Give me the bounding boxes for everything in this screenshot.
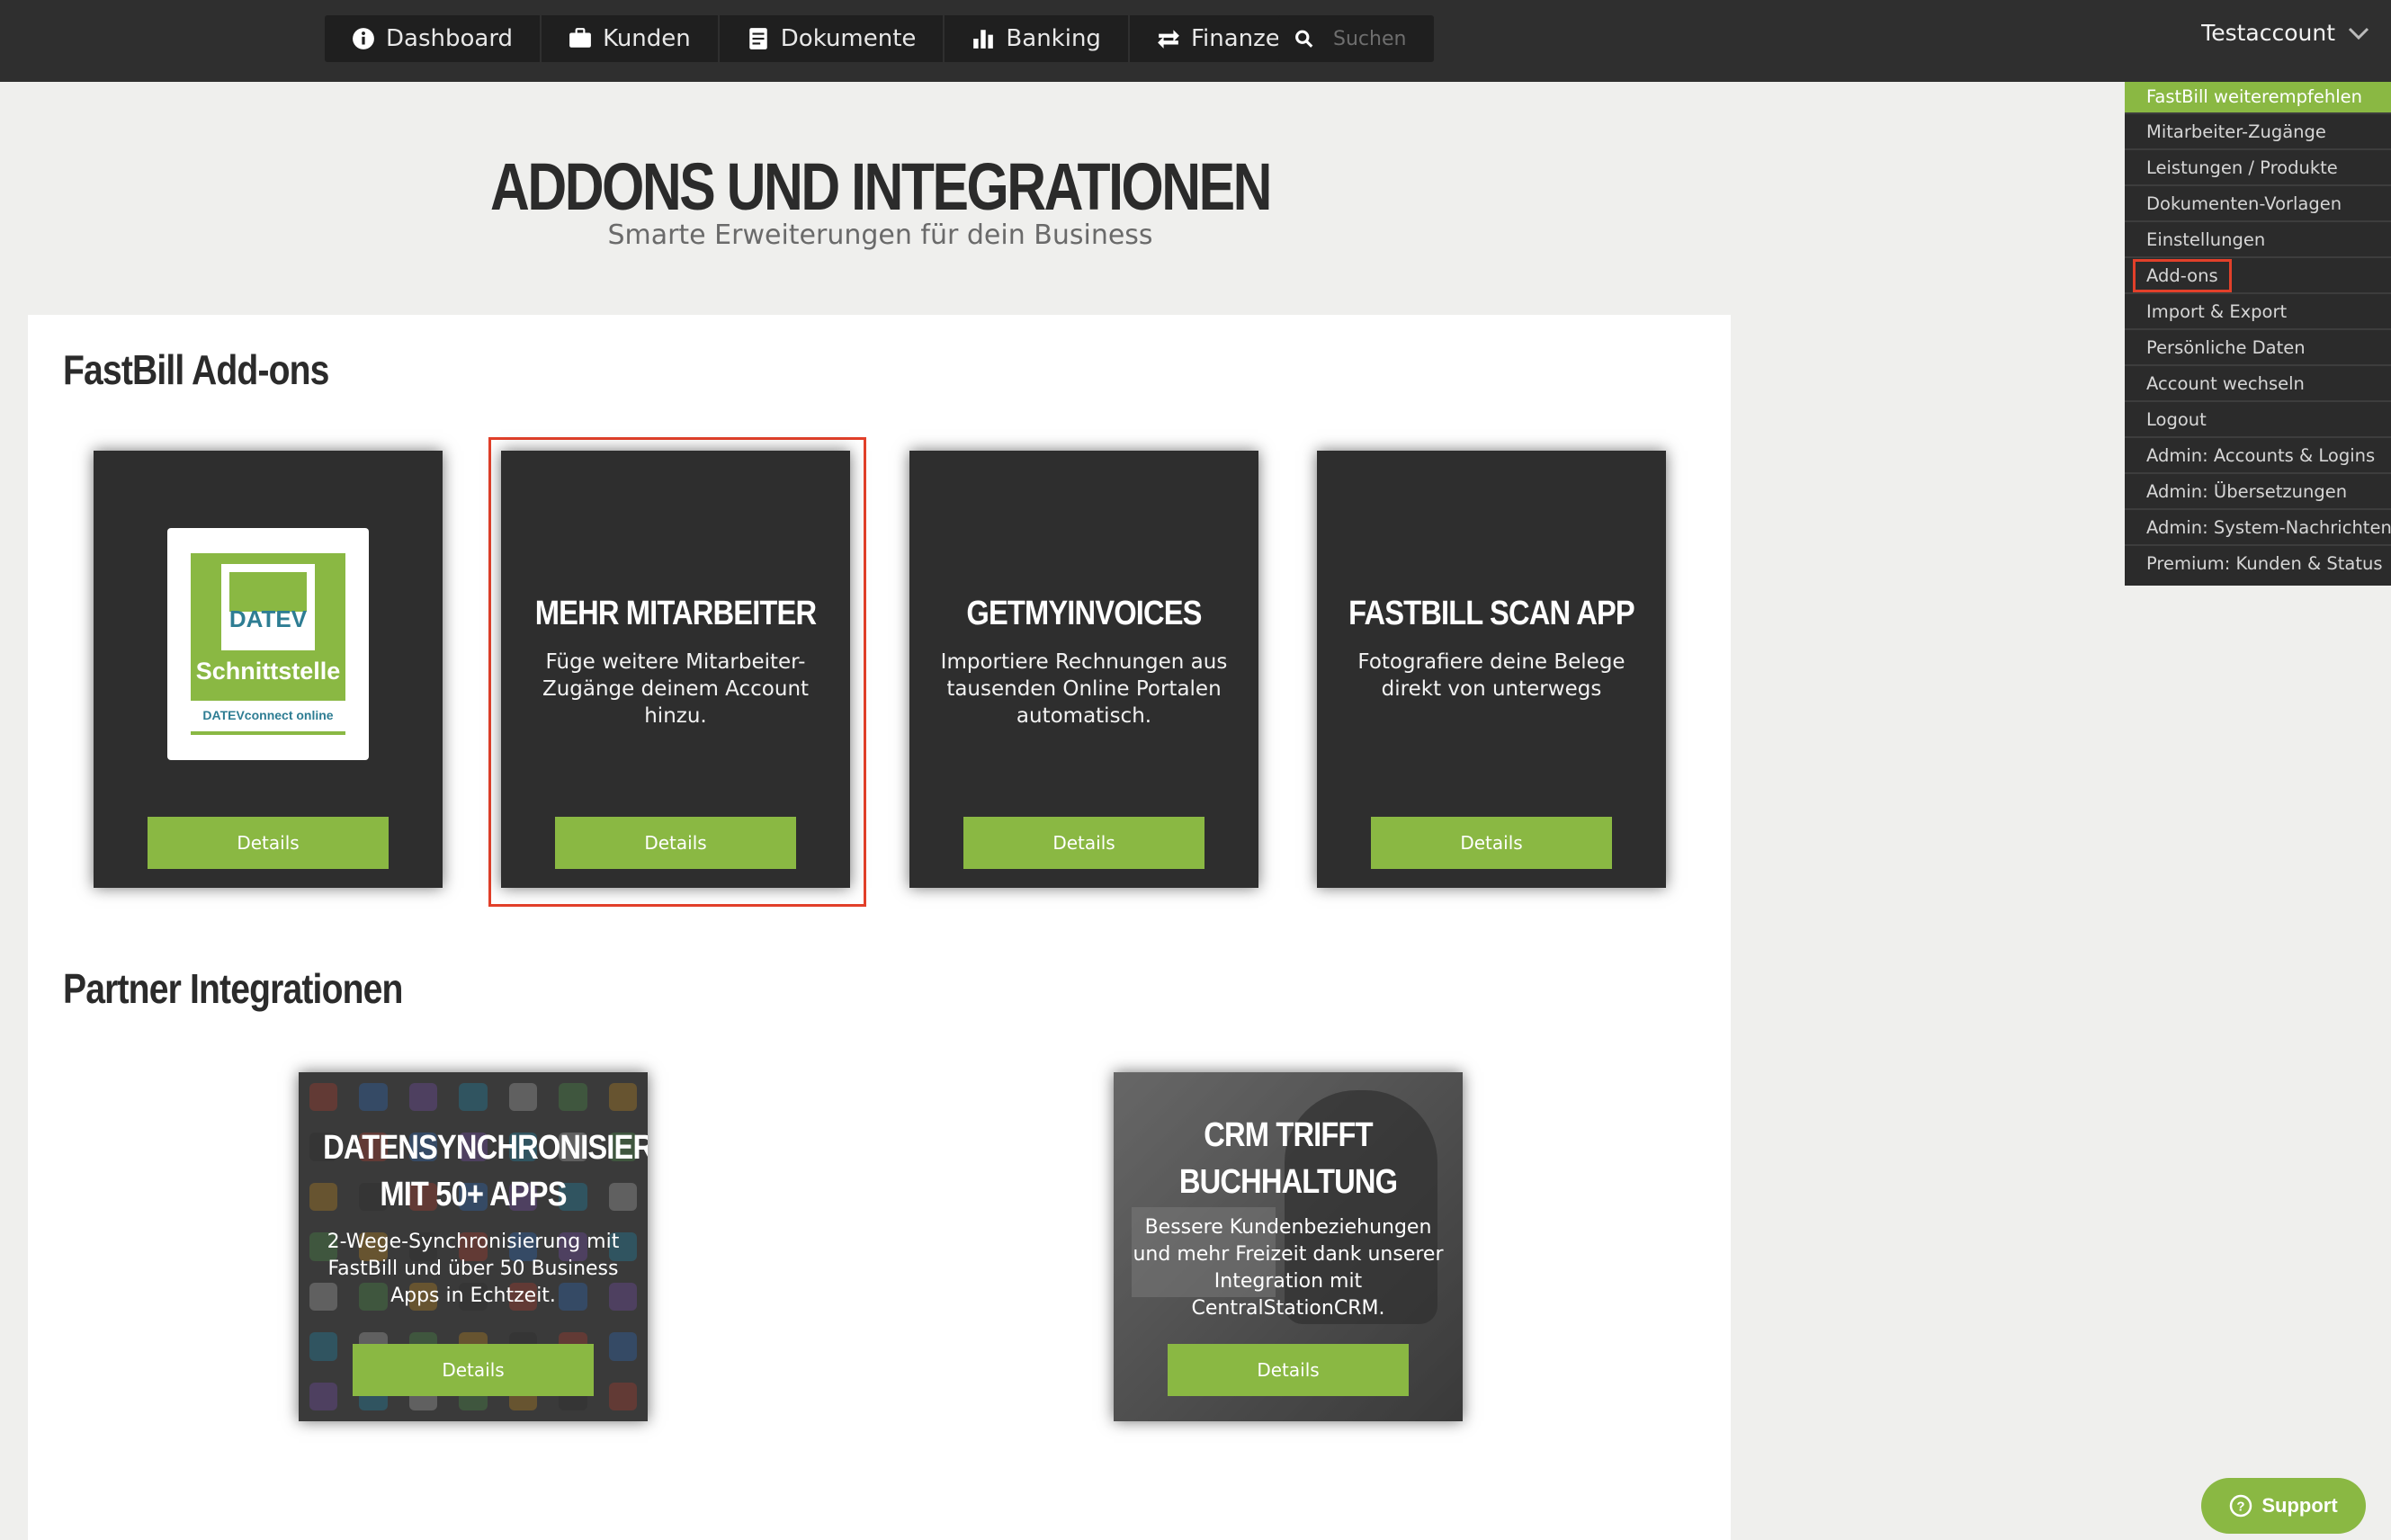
support-label: Support (2261, 1494, 2338, 1517)
nav-kunden[interactable]: Kunden (542, 15, 720, 62)
chevron-down-icon (2348, 27, 2369, 40)
nav-dashboard[interactable]: Dashboard (325, 15, 542, 62)
menu-item-premium-kunden[interactable]: Premium: Kunden & Status (2125, 544, 2391, 580)
nav-dokumente-label: Dokumente (780, 25, 917, 52)
menu-item-label: Persönliche Daten (2146, 337, 2306, 358)
menu-item-admin-system-nachrichten[interactable]: Admin: System-Nachrichten (2125, 508, 2391, 544)
menu-item-persoenliche-daten[interactable]: Persönliche Daten (2125, 328, 2391, 364)
menu-item-label: Einstellungen (2146, 229, 2266, 250)
menu-item-mitarbeiter-zugaenge[interactable]: Mitarbeiter-Zugänge (2125, 112, 2391, 148)
card-title: MEHR MITARBEITER (534, 595, 817, 632)
partner-card-crm: CRM TRIFFT BUCHHALTUNG Bessere Kundenbez… (1114, 1072, 1463, 1421)
menu-item-label: Leistungen / Produkte (2146, 157, 2338, 178)
content-panel: FastBill Add-ons DATEV Schnittstelle DAT… (28, 315, 1731, 1540)
menu-item-label: Logout (2146, 409, 2207, 430)
account-dropdown-menu: FastBill weiterempfehlen Mitarbeiter-Zug… (2125, 82, 2391, 586)
addon-card-getmyinvoices: GETMYINVOICES Importiere Rechnungen aus … (909, 451, 1258, 888)
datev-logo-label: Schnittstelle (195, 658, 341, 685)
svg-text:?: ? (2237, 1500, 2245, 1515)
crm-details-button[interactable]: Details (1168, 1344, 1409, 1396)
partner-card-title-line1: DATENSYNCHRONISIERUNG (323, 1129, 648, 1167)
getmyinvoices-details-button[interactable]: Details (963, 817, 1204, 869)
nav-kunden-label: Kunden (603, 25, 691, 52)
search-input[interactable] (1331, 26, 1434, 51)
addon-card-mehr-mitarbeiter: MEHR MITARBEITER Füge weitere Mitarbeite… (501, 451, 850, 888)
partners-section-title: Partner Integrationen (63, 965, 403, 1012)
support-button[interactable]: ? Support (2201, 1478, 2366, 1534)
addon-card-datev: DATEV Schnittstelle DATEVconnect online … (94, 451, 443, 888)
partner-card-description: 2-Wege-Synchronisierung mit FastBill und… (327, 1231, 620, 1307)
addon-card-scan-app: FASTBILL SCAN APP Fotografiere deine Bel… (1317, 451, 1666, 888)
menu-item-label: FastBill weiterempfehlen (2146, 86, 2362, 107)
menu-item-label: Premium: Kunden & Status (2146, 553, 2383, 574)
addons-section-title: FastBill Add-ons (63, 346, 329, 393)
menu-item-admin-uebersetzungen[interactable]: Admin: Übersetzungen (2125, 472, 2391, 508)
account-name: Testaccount (2201, 20, 2335, 46)
menu-item-leistungen-produkte[interactable]: Leistungen / Produkte (2125, 148, 2391, 184)
document-icon (749, 28, 767, 49)
nav-dokumente[interactable]: Dokumente (720, 15, 945, 62)
help-circle-icon: ? (2230, 1494, 2252, 1518)
menu-item-logout[interactable]: Logout (2125, 400, 2391, 436)
datensync-details-button[interactable]: Details (353, 1344, 594, 1396)
datev-logo-panel: DATEV Schnittstelle (191, 553, 345, 701)
datev-logo-line (191, 731, 345, 735)
datev-logo: DATEV Schnittstelle DATEVconnect online (167, 528, 369, 760)
menu-item-import-export[interactable]: Import & Export (2125, 292, 2391, 328)
briefcase-icon (569, 28, 591, 48)
card-description: Füge weitere Mitarbeiter-Zugänge deinem … (542, 650, 810, 728)
datev-logo-name: DATEV (228, 605, 308, 632)
top-navigation-bar: Dashboard Kunden Dokumente Banking Finan… (0, 0, 2391, 82)
nav-banking[interactable]: Banking (945, 15, 1130, 62)
transfer-arrows-icon (1158, 30, 1179, 49)
mehr-mitarbeiter-details-button[interactable]: Details (555, 817, 796, 869)
partner-card-description: Bessere Kundenbeziehungen und mehr Freiz… (1133, 1216, 1444, 1320)
menu-item-label: Dokumenten-Vorlagen (2146, 193, 2342, 214)
page-subtitle: Smarte Erweiterungen für dein Business (607, 219, 1153, 251)
search-box (1278, 15, 1434, 62)
datev-details-button[interactable]: Details (148, 817, 389, 869)
nav-banking-label: Banking (1006, 25, 1101, 52)
page-title: ADDONS UND INTEGRATIONEN (490, 149, 1272, 224)
menu-item-label: Admin: System-Nachrichten (2146, 517, 2391, 538)
menu-item-admin-accounts[interactable]: Admin: Accounts & Logins (2125, 436, 2391, 472)
menu-item-add-ons[interactable]: Add-ons (2125, 256, 2391, 292)
partner-card-title-line1: CRM TRIFFT (1204, 1116, 1373, 1154)
datev-logo-sub: DATEVconnect online (202, 708, 334, 722)
menu-item-account-wechseln[interactable]: Account wechseln (2125, 364, 2391, 400)
card-description: Importiere Rechnungen aus tausenden Onli… (940, 650, 1228, 728)
partner-card-title-line2: BUCHHALTUNG (1178, 1163, 1398, 1201)
partner-card-datensynchronisierung: DATENSYNCHRONISIERUNG MIT 50+ APPS 2-Weg… (299, 1072, 648, 1421)
menu-item-label: Mitarbeiter-Zugänge (2146, 121, 2326, 142)
menu-item-weiterempfehlen[interactable]: FastBill weiterempfehlen (2125, 82, 2391, 112)
account-menu-toggle[interactable]: Testaccount (2201, 20, 2369, 46)
info-icon (353, 28, 374, 49)
card-title: GETMYINVOICES (966, 595, 1202, 632)
card-title: FASTBILL SCAN APP (1348, 595, 1635, 632)
menu-item-label: Account wechseln (2146, 373, 2305, 394)
menu-item-label: Add-ons (2133, 259, 2232, 292)
menu-item-label: Admin: Übersetzungen (2146, 481, 2348, 502)
menu-item-dokumenten-vorlagen[interactable]: Dokumenten-Vorlagen (2125, 184, 2391, 220)
scan-app-details-button[interactable]: Details (1371, 817, 1612, 869)
nav-dashboard-label: Dashboard (386, 25, 514, 52)
card-description: Fotografiere deine Belege direkt von unt… (1357, 650, 1625, 701)
search-icon[interactable] (1294, 27, 1313, 50)
menu-item-einstellungen[interactable]: Einstellungen (2125, 220, 2391, 256)
menu-item-label: Import & Export (2146, 301, 2288, 322)
bar-chart-icon (973, 30, 994, 49)
main-nav: Dashboard Kunden Dokumente Banking Finan… (325, 15, 1322, 62)
partner-card-title-line2: MIT 50+ APPS (380, 1176, 567, 1213)
menu-item-label: Admin: Accounts & Logins (2146, 445, 2376, 466)
